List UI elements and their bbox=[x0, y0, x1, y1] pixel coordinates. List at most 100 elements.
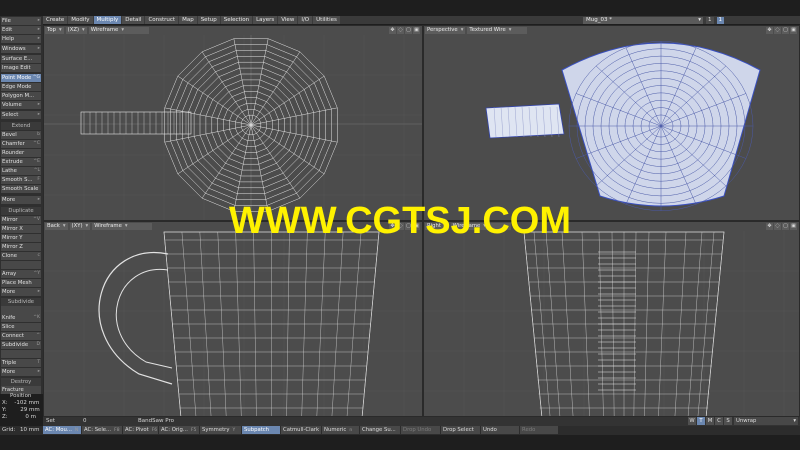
view-axes-select[interactable]: (XZ) ▾ bbox=[65, 27, 87, 34]
more-button-subdivide[interactable]: More ▸ bbox=[1, 368, 41, 376]
surface-editor-button[interactable]: Surface E... bbox=[1, 55, 41, 63]
edit-menu[interactable]: Edit ▸ bbox=[1, 26, 41, 34]
redo-button[interactable]: Redo bbox=[520, 426, 558, 434]
mug-edge bbox=[611, 231, 615, 416]
action-center-mouse-button[interactable]: AC: Mou... N bbox=[43, 426, 81, 434]
viewport-top[interactable]: Top ▾ (XZ) ▾ Wireframe ▾ ✥ ◌ ▢ ▣ bbox=[43, 25, 423, 221]
action-center-origin-button[interactable]: AC: Orig... F5 bbox=[159, 426, 199, 434]
select-menu[interactable]: Select ▸ bbox=[1, 111, 41, 119]
wtmcs-c[interactable]: C bbox=[715, 417, 723, 425]
drop-select-button[interactable]: Drop Select bbox=[441, 426, 480, 434]
drop-undo-button[interactable]: Drop Undo bbox=[401, 426, 440, 434]
slice-button[interactable]: Slice bbox=[1, 323, 41, 331]
windows-menu[interactable]: Windows ▸ bbox=[1, 45, 41, 53]
action-center-selection-button[interactable]: AC: Sele... F8 bbox=[82, 426, 122, 434]
chevron-down-icon: ▾ bbox=[58, 27, 62, 33]
mug-edge bbox=[361, 231, 380, 416]
rotate-view-icon[interactable]: ◌ bbox=[397, 27, 404, 34]
chevron-icon: ▸ bbox=[37, 289, 40, 294]
change-surface-button[interactable]: Change Su... bbox=[360, 426, 400, 434]
zoom-view-icon[interactable]: ▢ bbox=[782, 27, 789, 34]
subdivide-button[interactable]: Subdivide D bbox=[1, 341, 41, 349]
action-center-pivot-button[interactable]: AC: Pivot F6 bbox=[123, 426, 158, 434]
maximize-view-icon[interactable]: ▣ bbox=[790, 27, 797, 34]
lathe-button[interactable]: Lathe ^L bbox=[1, 167, 41, 175]
viewport-right[interactable]: Right ▾ Wireframe ▾ ✥ ◌ ▢ ▣ bbox=[423, 221, 800, 417]
tab-view[interactable]: View bbox=[278, 16, 298, 24]
handle-outline bbox=[98, 251, 173, 385]
clone-button[interactable]: Clone c bbox=[1, 252, 41, 260]
smooth-scale-button[interactable]: Smooth Scale bbox=[1, 185, 41, 193]
tab-selection[interactable]: Selection bbox=[220, 16, 253, 24]
move-view-icon[interactable]: ✥ bbox=[389, 27, 396, 34]
view-type-select[interactable]: Top ▾ bbox=[45, 27, 64, 34]
chevron-icon: ▸ bbox=[37, 18, 40, 23]
position-z: Z: 0 m bbox=[2, 414, 36, 420]
render-mode-select[interactable]: Wireframe ▾ bbox=[88, 27, 149, 34]
point-mode-button[interactable]: Point Mode ^G bbox=[1, 74, 41, 82]
mirror-z-button[interactable]: Mirror Z bbox=[1, 243, 41, 251]
wtmcs-w[interactable]: W bbox=[688, 417, 696, 425]
chevron-icon: ▸ bbox=[37, 112, 40, 117]
wtmcs-m[interactable]: M bbox=[706, 417, 714, 425]
maximize-view-icon[interactable]: ▣ bbox=[413, 27, 420, 34]
wtmcs-s[interactable]: S bbox=[724, 417, 732, 425]
tab-map[interactable]: Map bbox=[179, 16, 197, 24]
mug-perspective-wireframe bbox=[485, 41, 761, 211]
tab-construct[interactable]: Construct bbox=[145, 16, 179, 24]
set-value: 0 bbox=[83, 418, 87, 424]
scene-selector[interactable]: Mug_03 * ▾ bbox=[583, 17, 703, 24]
mug-back-wireframe bbox=[44, 231, 422, 416]
counter-1[interactable]: 1 bbox=[706, 17, 714, 24]
polygon-mode-button[interactable]: Polygon M... bbox=[1, 92, 41, 100]
bevel-button[interactable]: Bevel b bbox=[1, 131, 41, 139]
undo-button[interactable]: Undo bbox=[481, 426, 519, 434]
handle-outline bbox=[80, 111, 192, 135]
tab-setup[interactable]: Setup bbox=[197, 16, 220, 24]
extrude-button[interactable]: Extrude ^E bbox=[1, 158, 41, 166]
help-menu[interactable]: Help ▸ bbox=[1, 35, 41, 43]
rotate-view-icon[interactable]: ◌ bbox=[774, 27, 781, 34]
wtmcs-t[interactable]: T bbox=[697, 417, 705, 425]
tab-layers[interactable]: Layers bbox=[253, 16, 278, 24]
array-button[interactable]: Array ^Y bbox=[1, 270, 41, 278]
image-editor-button[interactable]: Image Edit bbox=[1, 64, 41, 72]
volume-button[interactable]: Volume ▸ bbox=[1, 101, 41, 109]
triple-button[interactable]: Triple T bbox=[1, 359, 41, 367]
rounder-button[interactable]: Rounder bbox=[1, 149, 41, 157]
tab-utilities[interactable]: Utilities bbox=[313, 16, 340, 24]
tab-create[interactable]: Create bbox=[43, 16, 68, 24]
numeric-button[interactable]: Numeric n bbox=[322, 426, 359, 434]
scene-name: Mug_03 * bbox=[586, 17, 612, 23]
chevron-down-icon: ▾ bbox=[508, 27, 512, 33]
symmetry-button[interactable]: Symmetry Y bbox=[200, 426, 241, 434]
move-view-icon[interactable]: ✥ bbox=[766, 27, 773, 34]
render-mode-select[interactable]: Textured Wire ▾ bbox=[467, 27, 528, 34]
uv-map-select[interactable]: Unwrap ▾ bbox=[734, 417, 798, 425]
subpatch-type-select[interactable]: Catmull-Clark bbox=[281, 426, 321, 434]
disabled-tool-button bbox=[1, 306, 41, 314]
tab-detail[interactable]: Detail bbox=[122, 16, 145, 24]
view-type-select[interactable]: Perspective ▾ bbox=[425, 27, 466, 34]
tab-modify[interactable]: Modify bbox=[68, 16, 93, 24]
tab-i-o[interactable]: I/O bbox=[298, 16, 313, 24]
zoom-view-icon[interactable]: ▢ bbox=[405, 27, 412, 34]
mug-edge bbox=[533, 231, 551, 416]
place-mesh-button[interactable]: Place Mesh bbox=[1, 279, 41, 287]
connect-button[interactable]: Connect ^ bbox=[1, 332, 41, 340]
knife-button[interactable]: Knife ^K bbox=[1, 314, 41, 322]
viewport-perspective[interactable]: Perspective ▾ Textured Wire ▾ ✥ ◌ ▢ ▣ bbox=[423, 25, 800, 221]
chamfer-button[interactable]: Chamfer ^C bbox=[1, 140, 41, 148]
top-counters: 1 1 bbox=[706, 17, 724, 24]
viewport-back[interactable]: Back ▾ (XY) ▾ Wireframe ▾ ✥ ◌ ▢ ▣ bbox=[43, 221, 423, 417]
file-menu[interactable]: File ▸ bbox=[1, 17, 41, 25]
smooth-shift-button[interactable]: Smooth S... F bbox=[1, 176, 41, 184]
subpatch-button[interactable]: Subpatch bbox=[242, 426, 280, 434]
mug-edge bbox=[644, 231, 650, 416]
counter-2[interactable]: 1 bbox=[716, 17, 724, 24]
tab-multiply[interactable]: Multiply bbox=[93, 16, 122, 24]
mug-edge bbox=[523, 231, 543, 416]
viewport-header: Top ▾ (XZ) ▾ Wireframe ▾ bbox=[44, 26, 422, 35]
more-button-duplicate[interactable]: More ▸ bbox=[1, 288, 41, 296]
edge-mode-button[interactable]: Edge Mode bbox=[1, 83, 41, 91]
